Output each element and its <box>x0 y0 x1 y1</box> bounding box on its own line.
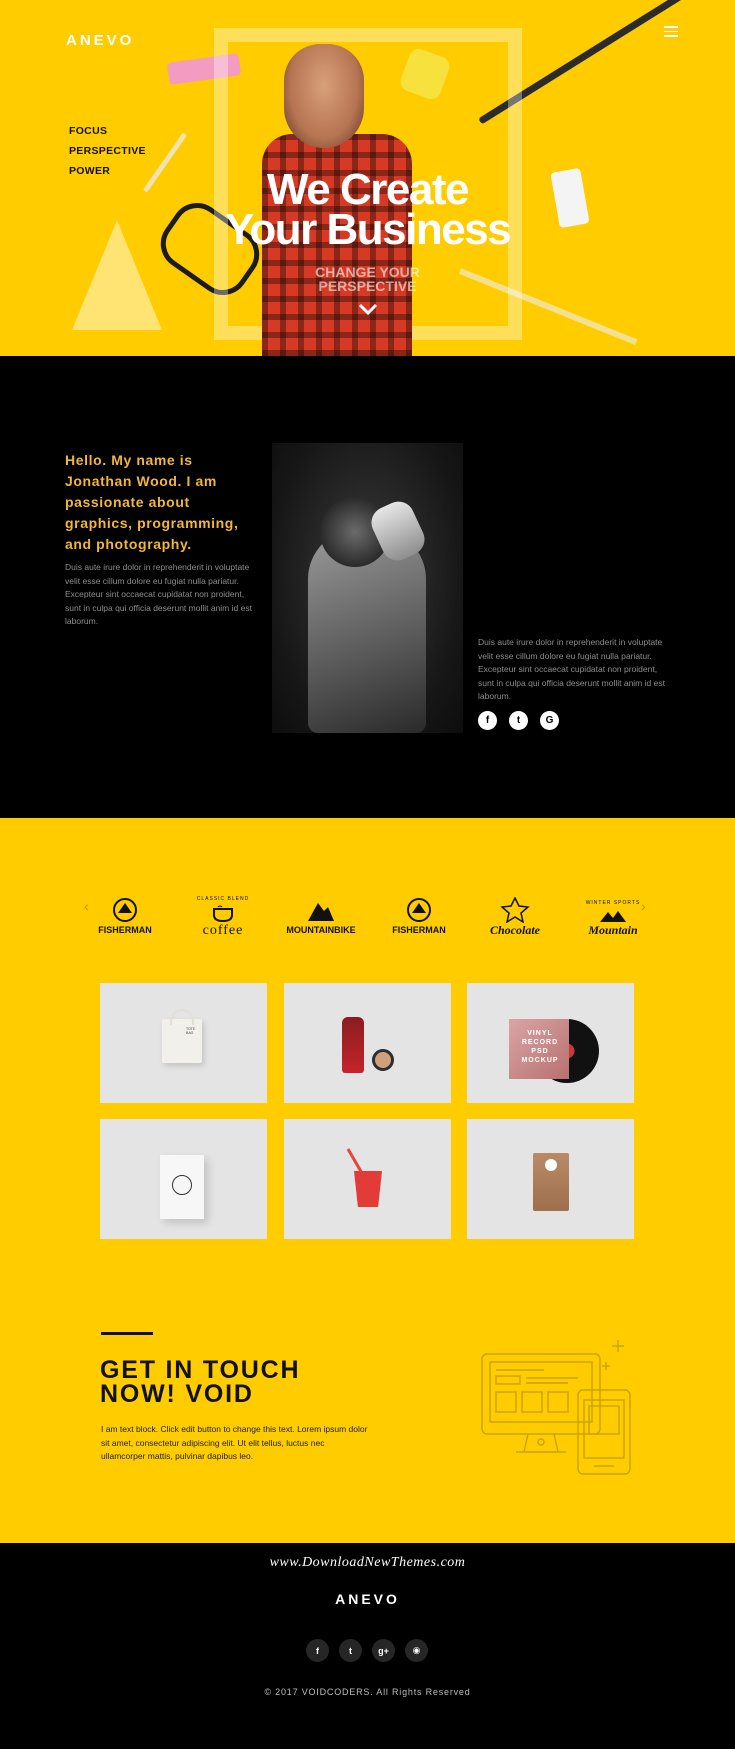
site-logo[interactable]: ANEVO <box>66 32 134 49</box>
about-text-right: Duis aute irure dolor in reprehenderit i… <box>478 637 665 701</box>
chevron-down-icon[interactable] <box>358 302 378 316</box>
brand-logo-fisherman[interactable]: FISHERMAN <box>87 876 163 936</box>
twitter-icon[interactable]: t <box>339 1639 362 1662</box>
site-footer: www.DownloadNewThemes.com ANEVO f t g+ ◉… <box>0 1543 735 1749</box>
about-text-left: Duis aute irure dolor in reprehenderit i… <box>65 562 252 626</box>
contact-divider <box>101 1332 153 1335</box>
contact-text: I am text block. Click edit button to ch… <box>101 1424 368 1461</box>
hero-title: We Create Your Business <box>0 165 735 254</box>
github-icon[interactable]: ◉ <box>405 1639 428 1662</box>
jar-image <box>372 1049 394 1071</box>
nav-item-focus[interactable]: FOCUS <box>69 125 146 137</box>
devices-illustration-icon <box>481 1340 631 1475</box>
hero-subtitle: CHANGE YOUR PERSPECTIVE <box>0 265 735 293</box>
portfolio-tile-bottle[interactable] <box>284 983 451 1103</box>
contact-title: GET IN TOUCH NOW! VOID <box>100 1356 301 1408</box>
hero-subtitle-line1: CHANGE YOUR <box>315 264 420 280</box>
about-social-links: f t G <box>478 711 559 730</box>
portfolio-tile-tote-bag[interactable]: TOTE BAG <box>100 983 267 1103</box>
facebook-icon[interactable]: f <box>478 711 497 730</box>
mountain-icon <box>308 903 334 921</box>
nav-item-perspective[interactable]: PERSPECTIVE <box>69 145 146 157</box>
brand-logo-fisherman-2[interactable]: FISHERMAN <box>381 876 457 936</box>
google-plus-icon[interactable]: G <box>540 711 559 730</box>
footer-logo[interactable]: ANEVO <box>0 1591 735 1607</box>
portfolio-tile-cup[interactable] <box>284 1119 451 1239</box>
brand-name: Mountain <box>588 923 638 937</box>
brand-name: FISHERMAN <box>392 925 446 935</box>
juice-bottle-image <box>342 1017 364 1073</box>
vinyl-caption-line4: MOCKUP <box>521 1057 559 1064</box>
shopping-bag-logo-icon <box>172 1175 192 1195</box>
brand-name: MOUNTAINBIKE <box>286 925 356 935</box>
facebook-icon[interactable]: f <box>306 1639 329 1662</box>
contact-title-line2: NOW! VOID <box>100 1380 254 1408</box>
hero-title-line2: Your Business <box>224 205 512 254</box>
google-plus-icon[interactable]: g+ <box>372 1639 395 1662</box>
about-portrait-photo <box>272 443 463 733</box>
watermark-text: www.DownloadNewThemes.com <box>269 1555 466 1570</box>
vinyl-caption-line2: RECORD <box>521 1039 559 1046</box>
tote-bag-image <box>162 1019 202 1063</box>
brand-carousel: ‹ › FISHERMAN CLASSIC BLEND coffee MOUNT… <box>0 876 735 946</box>
brand-logo-mountainbike[interactable]: MOUNTAINBIKE <box>283 876 359 936</box>
tote-bag-caption: TOTE BAG <box>186 1027 196 1035</box>
menu-icon[interactable] <box>664 26 678 37</box>
vinyl-caption: VINYL RECORD PSD MOCKUP <box>515 1029 565 1065</box>
vinyl-caption-line3: PSD <box>531 1048 549 1055</box>
about-section: Hello. My name is Jonathan Wood. I am pa… <box>0 356 735 818</box>
about-heading: Hello. My name is Jonathan Wood. I am pa… <box>65 452 239 552</box>
hero-subtitle-line2: PERSPECTIVE <box>318 278 417 294</box>
copyright-text: © 2017 VOIDCODERS. All Rights Reserved <box>264 1687 471 1697</box>
paper-cup-image <box>354 1171 382 1207</box>
tote-bag-handle <box>170 1009 194 1025</box>
brand-tagline: WINTER SPORTS <box>585 900 641 906</box>
brand-logo-mountain[interactable]: WINTER SPORTS Mountain <box>575 876 651 936</box>
portfolio-tile-vinyl[interactable]: VINYL RECORD PSD MOCKUP <box>467 983 634 1103</box>
vinyl-caption-line1: VINYL <box>527 1030 553 1037</box>
brand-logo-coffee[interactable]: CLASSIC BLEND coffee <box>185 876 261 938</box>
brand-logo-chocolate[interactable]: Chocolate <box>477 876 553 936</box>
pouch-label-icon <box>545 1159 557 1171</box>
twitter-icon[interactable]: t <box>509 711 528 730</box>
hero-title-line1: We Create <box>267 165 469 214</box>
fisherman-emblem-icon <box>113 898 137 922</box>
coffee-cup-icon <box>213 905 233 923</box>
brand-name: FISHERMAN <box>98 925 152 935</box>
star-badge-icon <box>500 897 530 923</box>
mountain-peaks-icon <box>600 911 626 922</box>
fisherman-emblem-icon <box>407 898 431 922</box>
hero-section: ANEVO FOCUS PERSPECTIVE POWER We Create … <box>0 0 735 356</box>
brand-tagline: CLASSIC BLEND <box>196 896 250 902</box>
portfolio-tile-pouch[interactable] <box>467 1119 634 1239</box>
contact-title-line1: GET IN TOUCH <box>100 1356 301 1384</box>
portfolio-section: ‹ › FISHERMAN CLASSIC BLEND coffee MOUNT… <box>0 818 735 1543</box>
brand-name: Chocolate <box>490 923 540 937</box>
footer-social-links: f t g+ ◉ <box>306 1639 428 1662</box>
bearded-head <box>284 44 364 148</box>
portfolio-tile-shopping-bag[interactable] <box>100 1119 267 1239</box>
brand-name: coffee <box>202 923 244 938</box>
